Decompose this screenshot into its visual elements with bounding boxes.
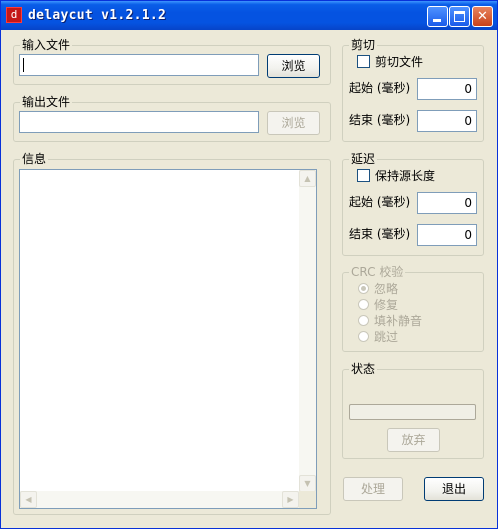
delay-start-input[interactable]: 0 [417, 192, 477, 214]
process-button[interactable]: 处理 [343, 477, 403, 501]
input-browse-button[interactable]: 浏览 [267, 54, 320, 78]
status-legend: 状态 [351, 362, 376, 376]
delay-end-label: 结束 (毫秒) [349, 227, 411, 241]
keep-length-checkbox[interactable] [357, 169, 370, 182]
crc-ignore-label: 忽略 [374, 282, 399, 296]
minimize-icon [433, 19, 441, 22]
delaycut-app-icon: d [6, 7, 22, 23]
horizontal-scrollbar[interactable]: ◀ ▶ [20, 491, 299, 508]
output-browse-button[interactable]: 浏览 [267, 111, 320, 135]
radio-selected-dot [361, 286, 366, 291]
title-bar[interactable]: d delaycut v1.2.1.2 ✕ [1, 1, 497, 30]
crc-fill-silence-radio[interactable] [358, 315, 369, 326]
close-icon: ✕ [477, 9, 488, 24]
text-caret [23, 58, 24, 72]
progress-bar [349, 404, 476, 420]
window-title: delaycut v1.2.1.2 [28, 8, 167, 23]
delay-start-label: 起始 (毫秒) [349, 195, 411, 209]
cut-start-input[interactable]: 0 [417, 78, 477, 100]
input-file-legend: 输入文件 [22, 38, 71, 52]
info-legend: 信息 [22, 152, 47, 166]
scroll-left-icon[interactable]: ◀ [20, 491, 37, 508]
cut-end-input[interactable]: 0 [417, 110, 477, 132]
crc-repair-label: 修复 [374, 298, 399, 312]
crc-repair-radio[interactable] [358, 299, 369, 310]
info-log[interactable]: ▲ ▼ ◀ ▶ [19, 169, 317, 509]
input-file-path[interactable] [19, 54, 259, 76]
cut-file-checkbox[interactable] [357, 55, 370, 68]
scroll-right-icon[interactable]: ▶ [282, 491, 299, 508]
cut-file-label: 剪切文件 [375, 55, 424, 69]
crc-skip-radio[interactable] [358, 331, 369, 342]
output-file-path[interactable] [19, 111, 259, 133]
maximize-button[interactable] [449, 6, 470, 27]
cut-start-label: 起始 (毫秒) [349, 81, 411, 95]
vertical-scrollbar[interactable]: ▲ ▼ [299, 170, 316, 492]
crc-skip-label: 跳过 [374, 330, 399, 344]
crc-legend: CRC 校验 [351, 265, 404, 279]
close-button[interactable]: ✕ [472, 6, 493, 27]
cut-legend: 剪切 [351, 38, 376, 52]
scroll-up-icon[interactable]: ▲ [299, 170, 316, 187]
maximize-icon [454, 11, 465, 22]
output-file-legend: 输出文件 [22, 95, 71, 109]
delay-legend: 延迟 [351, 152, 376, 166]
cut-end-label: 结束 (毫秒) [349, 113, 411, 127]
delaycut-window: d delaycut v1.2.1.2 ✕ 输入文件 浏览 输出文件 浏览 信息… [0, 0, 498, 529]
scroll-down-icon[interactable]: ▼ [299, 475, 316, 492]
exit-button[interactable]: 退出 [424, 477, 484, 501]
minimize-button[interactable] [427, 6, 448, 27]
abort-button[interactable]: 放弃 [387, 428, 440, 452]
delay-end-input[interactable]: 0 [417, 224, 477, 246]
crc-fill-silence-label: 填补静音 [374, 314, 423, 328]
keep-length-label: 保持源长度 [375, 169, 436, 183]
crc-ignore-radio[interactable] [358, 283, 369, 294]
scrollbar-corner [299, 491, 316, 508]
